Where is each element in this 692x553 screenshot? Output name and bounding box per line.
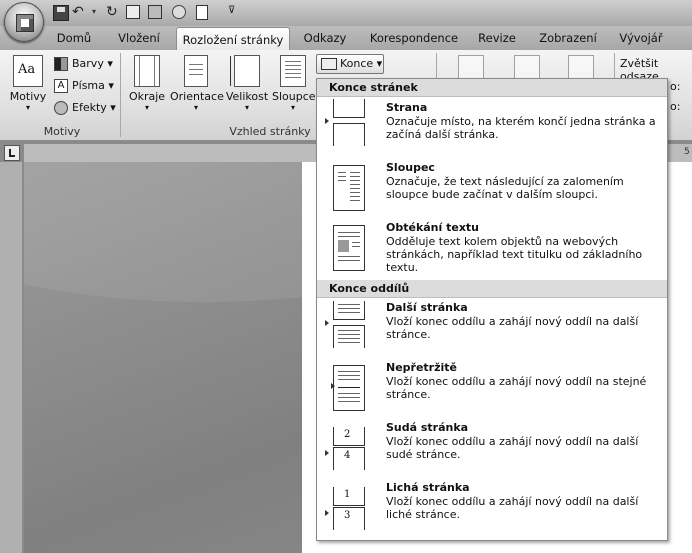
odd-page-break-icon: 1 3	[325, 483, 365, 530]
menu-item-title: Další stránka	[386, 301, 468, 314]
menu-item-column-break[interactable]: Sloupec Označuje, že text následující za…	[317, 161, 667, 221]
efekty-label: Efekty	[72, 101, 107, 114]
tab-vlozeni[interactable]: Vložení	[110, 26, 168, 50]
indent-right-label: o:	[670, 100, 681, 113]
pisma-button[interactable]: A Písma ▾	[54, 77, 114, 95]
sloupce-label: Sloupce	[272, 90, 316, 103]
chevron-down-icon: ▾	[290, 103, 295, 112]
tab-rozlozeni-stranky[interactable]: Rozložení stránky	[176, 27, 290, 51]
tab-odkazy[interactable]: Odkazy	[298, 26, 352, 50]
menu-item-text-wrapping[interactable]: Obtékání textu Odděluje text kolem objek…	[317, 221, 667, 281]
customize-toolbar-icon[interactable]: ⊽	[228, 5, 242, 19]
menu-item-description: Odděluje text kolem objektů na webových …	[386, 235, 643, 274]
section-header-section-breaks: Konce oddílů	[317, 280, 667, 298]
okraje-label: Okraje	[128, 90, 166, 103]
redo-icon[interactable]: ↻	[106, 5, 120, 19]
even-bottom-number: 4	[344, 450, 351, 461]
efekty-button[interactable]: Efekty ▾	[54, 99, 116, 117]
tab-domu[interactable]: Domů	[48, 26, 100, 50]
fonts-icon: A	[54, 79, 68, 93]
section-header-page-breaks: Konce stránek	[317, 79, 667, 97]
picture-icon[interactable]	[148, 5, 162, 19]
orientace-label: Orientace	[170, 90, 224, 103]
save-icon[interactable]	[53, 5, 69, 21]
menu-item-description: Vloží konec oddílu a zahájí nový oddíl n…	[386, 375, 647, 401]
barvy-button[interactable]: Barvy ▾	[54, 55, 113, 73]
margins-icon	[134, 55, 160, 87]
pisma-label: Písma	[72, 79, 105, 92]
menu-item-description: Označuje místo, na kterém končí jedna st…	[386, 115, 656, 141]
breaks-dropdown: Konce stránek Strana Označuje místo, na …	[316, 78, 668, 541]
odd-top-number: 1	[344, 489, 351, 500]
chevron-down-icon: ▾	[25, 103, 30, 112]
barvy-label: Barvy	[72, 57, 104, 70]
chevron-down-icon: ▾	[144, 103, 149, 112]
tab-vyvojar[interactable]: Vývojář	[612, 26, 670, 50]
colors-icon	[54, 57, 68, 71]
velikost-button[interactable]: Velikost ▾	[224, 55, 270, 112]
menu-item-description: Vloží konec oddílu a zahájí nový oddíl n…	[386, 495, 639, 521]
page-break-icon	[325, 99, 365, 147]
okraje-button[interactable]: Okraje ▾	[128, 55, 166, 112]
motivy-button[interactable]: Aa Motivy ▾	[6, 55, 50, 112]
orientation-icon	[184, 55, 208, 87]
tab-zobrazeni[interactable]: Zobrazení	[530, 26, 606, 50]
konce-label: Konce	[340, 57, 374, 70]
effects-icon	[54, 101, 68, 115]
vertical-ruler[interactable]	[0, 162, 22, 553]
tab-revize[interactable]: Revize	[472, 26, 522, 50]
group-label-motivy: Motivy	[43, 125, 81, 138]
text-wrapping-icon	[331, 223, 365, 271]
velikost-label: Velikost	[225, 90, 269, 103]
group-separator	[120, 53, 121, 137]
book-icon[interactable]	[126, 5, 140, 19]
group-label-vzhled-stranky: Vzhled stránky	[229, 125, 311, 138]
menu-item-next-page[interactable]: Další stránka Vloží konec oddílu a zaháj…	[317, 301, 667, 361]
chevron-down-icon: ▾	[244, 103, 249, 112]
menu-item-description: Označuje, že text následující za zalomen…	[386, 175, 624, 201]
undo-dropdown-icon[interactable]: ▾	[92, 7, 106, 21]
size-icon	[230, 55, 260, 87]
new-document-icon[interactable]	[196, 5, 208, 20]
tab-selector-icon[interactable]	[4, 145, 20, 161]
columns-icon	[280, 55, 306, 87]
indent-left-label: o:	[670, 80, 681, 93]
office-button[interactable]	[4, 2, 44, 42]
menu-item-even-page[interactable]: 2 4 Sudá stránka Vloží konec oddílu a za…	[317, 421, 667, 481]
menu-item-title: Lichá stránka	[386, 481, 470, 494]
title-bar: ↶ ▾ ↻ ⊽	[0, 0, 692, 42]
motivy-label: Motivy	[9, 90, 47, 103]
even-page-break-icon: 2 4	[325, 423, 365, 470]
menu-item-description: Vloží konec oddílu a zahájí nový oddíl n…	[386, 435, 639, 461]
menu-item-title: Sudá stránka	[386, 421, 469, 434]
menu-item-description: Vloží konec oddílu a zahájí nový oddíl n…	[386, 315, 639, 341]
menu-item-title: Strana	[386, 101, 428, 114]
menu-item-continuous[interactable]: Nepřetržitě Vloží konec oddílu a zahájí …	[317, 361, 667, 421]
continuous-break-icon	[331, 363, 365, 411]
konce-button[interactable]: Konce ▾	[316, 54, 384, 74]
breaks-icon	[321, 58, 337, 70]
office-logo-icon	[16, 14, 34, 32]
sloupce-button[interactable]: Sloupce ▾	[272, 55, 316, 112]
menu-item-title: Nepřetržitě	[386, 361, 458, 374]
ruler-number: 5	[684, 147, 690, 157]
menu-item-title: Obtékání textu	[386, 221, 480, 234]
next-page-break-icon	[325, 301, 365, 348]
menu-item-title: Sloupec	[386, 161, 435, 174]
menu-item-page-break[interactable]: Strana Označuje místo, na kterém končí j…	[317, 99, 667, 161]
ribbon-tabs: Domů Vložení Rozložení stránky Odkazy Ko…	[0, 26, 692, 51]
tab-korespondence[interactable]: Korespondence	[362, 26, 466, 50]
odd-bottom-number: 3	[344, 510, 351, 521]
orientace-button[interactable]: Orientace ▾	[170, 55, 224, 112]
menu-item-odd-page[interactable]: 1 3 Lichá stránka Vloží konec oddílu a z…	[317, 481, 667, 541]
themes-icon: Aa	[13, 55, 43, 87]
undo-icon[interactable]: ↶	[72, 5, 86, 19]
globe-icon[interactable]	[172, 5, 186, 19]
chevron-down-icon: ▾	[193, 103, 198, 112]
column-break-icon	[331, 163, 365, 211]
even-top-number: 2	[344, 429, 351, 440]
